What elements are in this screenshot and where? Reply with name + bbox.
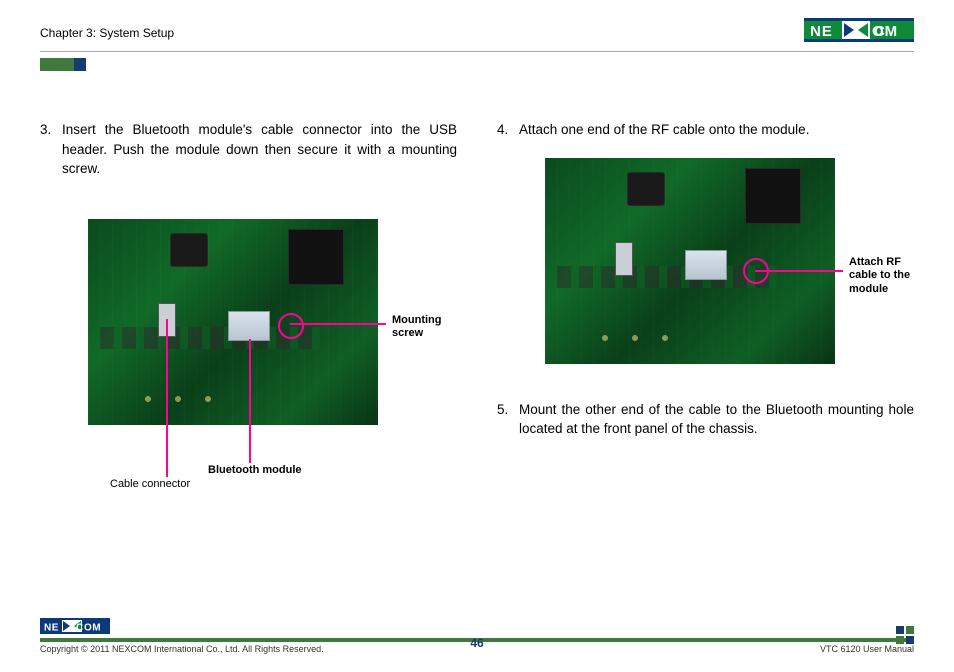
step-text: Mount the other end of the cable to the … bbox=[519, 400, 914, 439]
svg-text:NE: NE bbox=[44, 623, 59, 634]
content-area: 3. Insert the Bluetooth module's cable c… bbox=[40, 120, 914, 453]
pcb-photo-right bbox=[545, 158, 835, 364]
step-number: 3. bbox=[40, 120, 62, 179]
callout-mounting-screw: Mounting screw bbox=[392, 314, 462, 342]
callout-attach-rf: Attach RF cable to the module bbox=[849, 256, 929, 297]
step-3: 3. Insert the Bluetooth module's cable c… bbox=[40, 120, 457, 179]
doc-title: VTC 6120 User Manual bbox=[820, 644, 914, 654]
chapter-title: Chapter 3: System Setup bbox=[40, 26, 174, 40]
step-4: 4. Attach one end of the RF cable onto t… bbox=[497, 120, 914, 140]
step-text: Insert the Bluetooth module's cable conn… bbox=[62, 120, 457, 179]
leader-line bbox=[249, 339, 251, 463]
copyright-text: Copyright © 2011 NEXCOM International Co… bbox=[40, 644, 324, 654]
step-number: 4. bbox=[497, 120, 519, 140]
brand-logo-top: NE OM C bbox=[804, 18, 914, 47]
leader-line bbox=[290, 323, 386, 325]
page-number: 46 bbox=[470, 636, 483, 650]
svg-text:OM: OM bbox=[84, 623, 101, 634]
svg-text:C: C bbox=[76, 623, 83, 634]
header-rule bbox=[40, 51, 914, 52]
svg-text:NE: NE bbox=[810, 23, 833, 40]
corner-tabs bbox=[40, 58, 914, 76]
leader-line bbox=[755, 270, 843, 272]
callout-cable-connector: Cable connector bbox=[110, 478, 190, 492]
footer-ornament bbox=[896, 626, 914, 644]
left-column: 3. Insert the Bluetooth module's cable c… bbox=[40, 120, 457, 453]
right-column: 4. Attach one end of the RF cable onto t… bbox=[497, 120, 914, 453]
step-number: 5. bbox=[497, 400, 519, 439]
svg-text:C: C bbox=[874, 23, 885, 40]
callout-bluetooth-module: Bluetooth module bbox=[208, 464, 302, 476]
pcb-photo-left bbox=[88, 219, 378, 425]
leader-line bbox=[166, 319, 168, 477]
footer-bar: Copyright © 2011 NEXCOM International Co… bbox=[40, 638, 914, 654]
step-5: 5. Mount the other end of the cable to t… bbox=[497, 400, 914, 439]
page-footer: NE OM C Copyright © 2011 NEXCOM Internat… bbox=[40, 638, 914, 654]
page-header: Chapter 3: System Setup NE OM C bbox=[40, 18, 914, 47]
brand-logo-bottom: NE OM C bbox=[40, 618, 110, 639]
figure-left: Mounting screw Bluetooth module Cable co… bbox=[40, 219, 457, 425]
figure-right: Attach RF cable to the module bbox=[497, 158, 914, 364]
step-text: Attach one end of the RF cable onto the … bbox=[519, 120, 914, 140]
